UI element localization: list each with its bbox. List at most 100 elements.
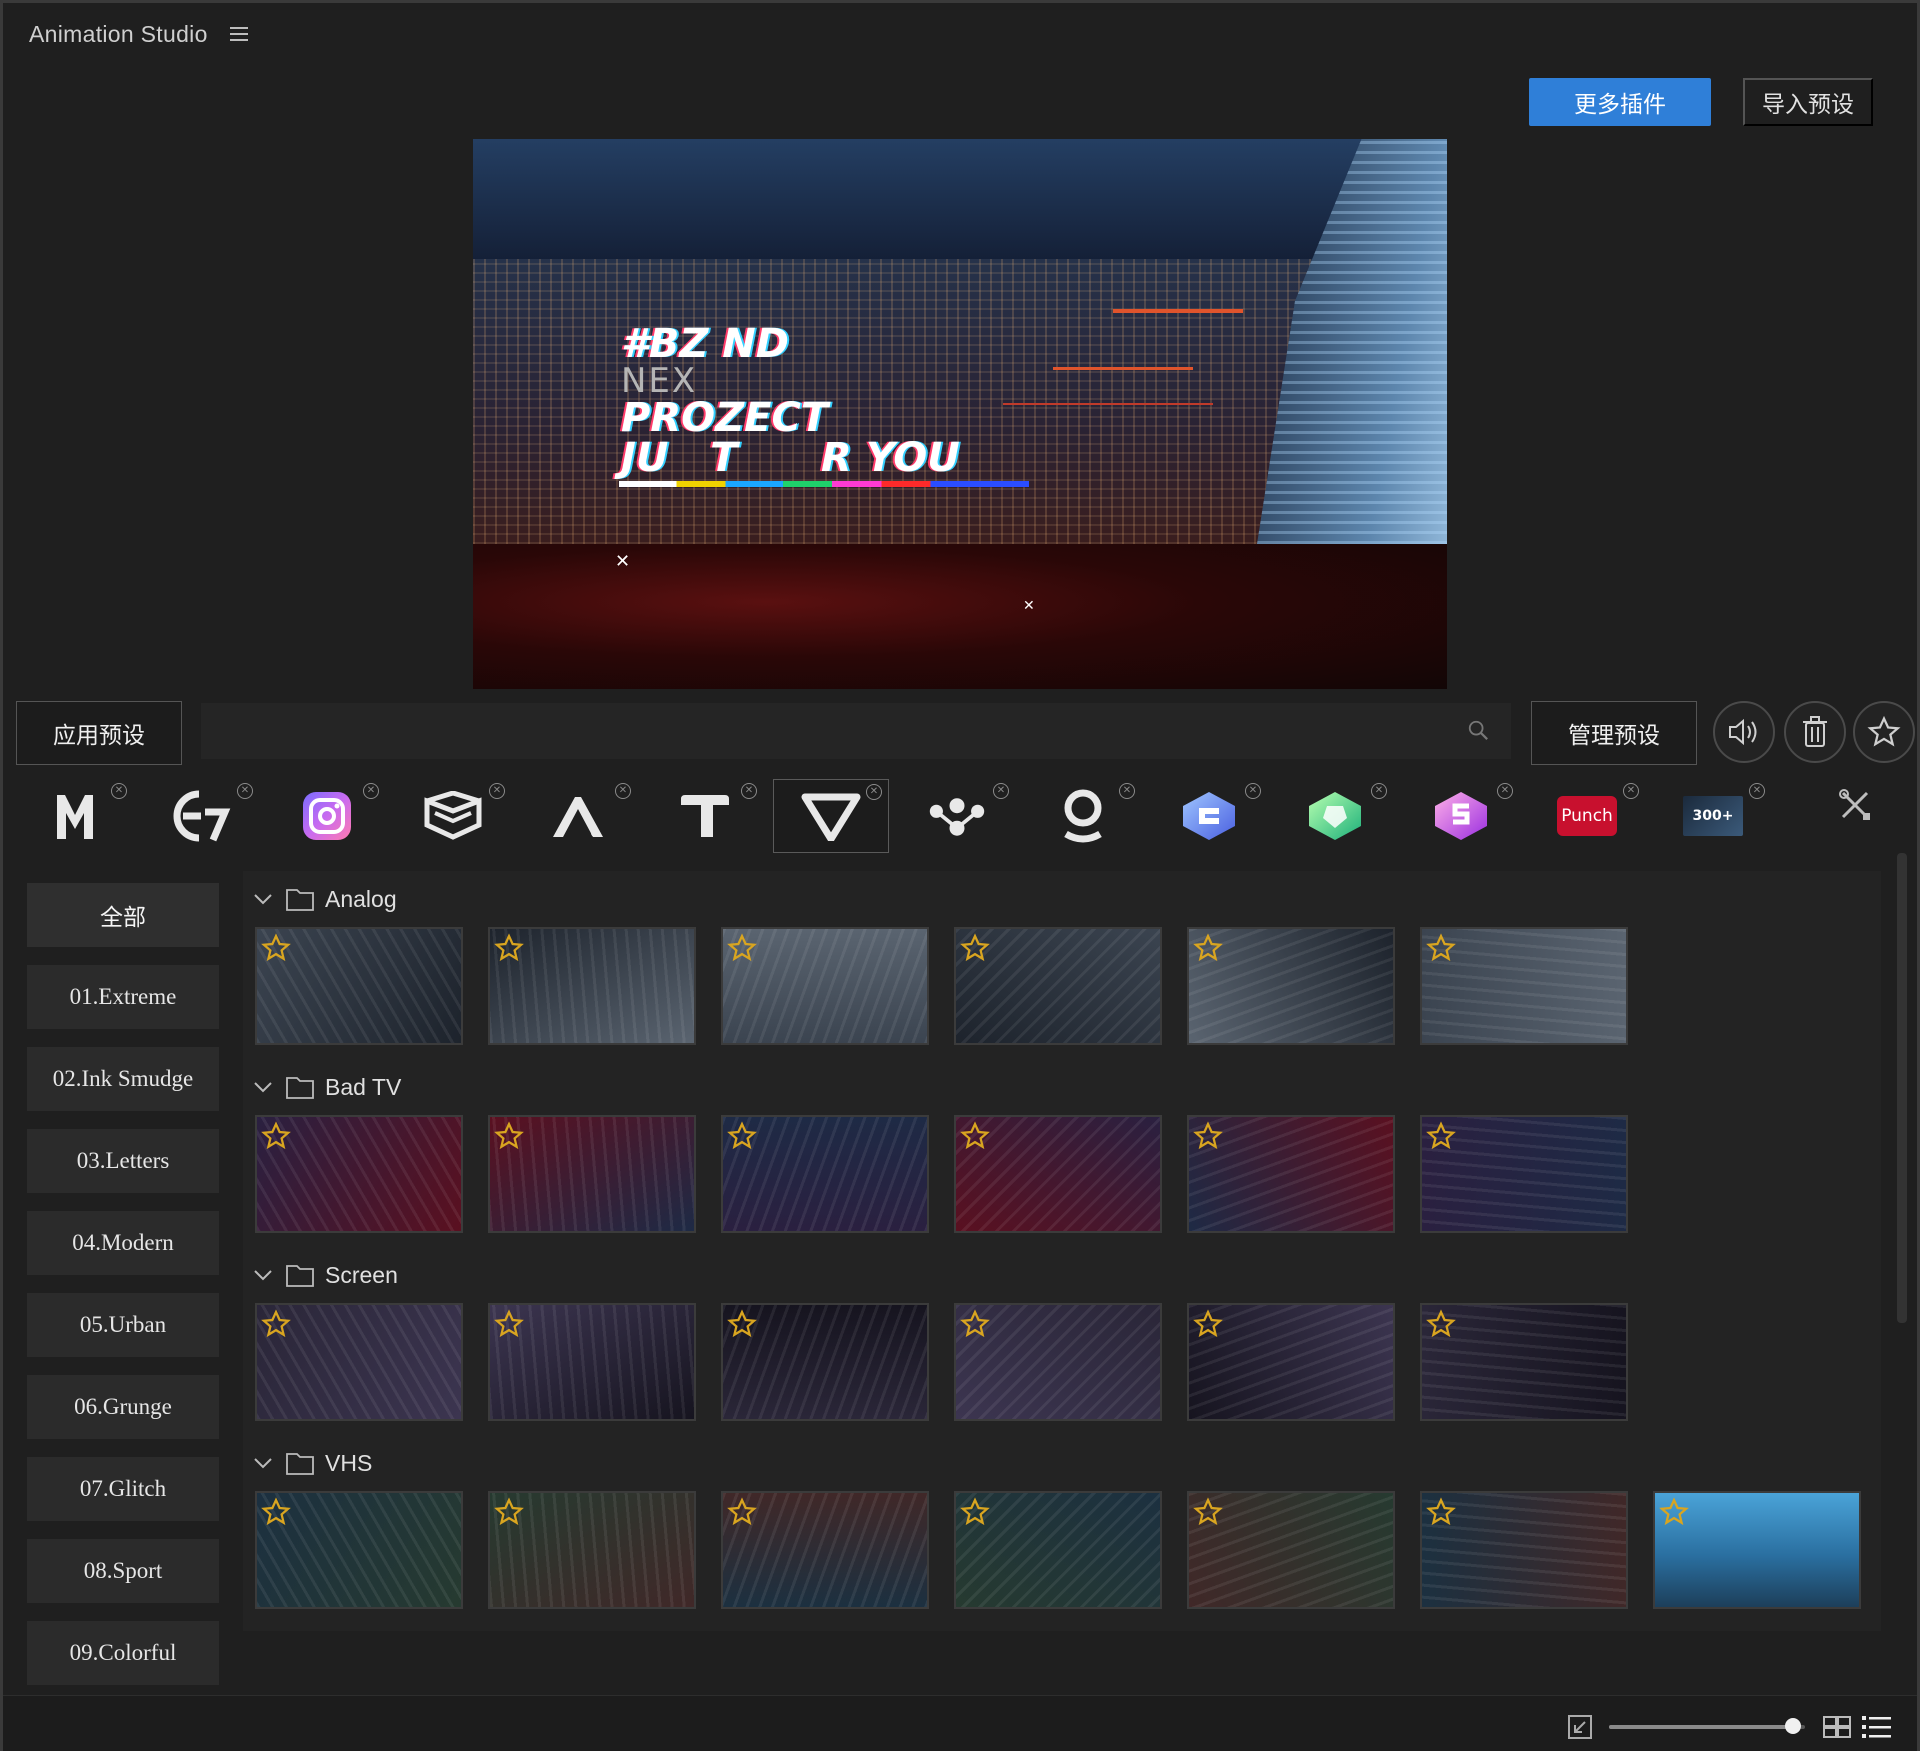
favorite-star-icon[interactable]: [1193, 1121, 1223, 1151]
preset-thumbnail[interactable]: [1187, 1303, 1395, 1421]
favorite-star-icon[interactable]: [261, 1121, 291, 1151]
remove-plugin-icon[interactable]: ✕: [741, 783, 757, 799]
category-item[interactable]: 01.Extreme: [27, 965, 219, 1029]
favorite-star-icon[interactable]: [727, 1497, 757, 1527]
group-header[interactable]: Analog: [251, 879, 397, 919]
favorite-star-icon[interactable]: [1426, 1121, 1456, 1151]
category-item[interactable]: 05.Urban: [27, 1293, 219, 1357]
favorite-star-icon[interactable]: [727, 1309, 757, 1339]
category-item[interactable]: 02.Ink Smudge: [27, 1047, 219, 1111]
remove-plugin-icon[interactable]: ✕: [111, 783, 127, 799]
zoom-slider[interactable]: [1609, 1725, 1805, 1729]
list-view-icon[interactable]: [1861, 1713, 1893, 1741]
favorite-star-icon[interactable]: [1426, 1309, 1456, 1339]
tools-icon[interactable]: [1838, 788, 1872, 822]
preset-thumbnail[interactable]: [488, 1115, 696, 1233]
group-header[interactable]: Bad TV: [251, 1067, 401, 1107]
plugin-layers[interactable]: ✕: [395, 779, 511, 853]
preset-thumbnail[interactable]: [1187, 1491, 1395, 1609]
import-preset-button[interactable]: 导入预设: [1743, 78, 1873, 126]
preset-thumbnail[interactable]: [721, 1115, 929, 1233]
favorite-star-icon[interactable]: [960, 1309, 990, 1339]
fit-icon[interactable]: [1567, 1714, 1593, 1740]
remove-plugin-icon[interactable]: ✕: [1119, 783, 1135, 799]
favorite-star-icon[interactable]: [727, 1121, 757, 1151]
preset-thumbnail[interactable]: [255, 927, 463, 1045]
favorite-star-icon[interactable]: [494, 1309, 524, 1339]
remove-plugin-icon[interactable]: ✕: [363, 783, 379, 799]
plugin-v[interactable]: ✕: [773, 779, 889, 853]
category-item[interactable]: 04.Modern: [27, 1211, 219, 1275]
remove-plugin-icon[interactable]: ✕: [1371, 783, 1387, 799]
favorite-star-icon[interactable]: [960, 1497, 990, 1527]
remove-plugin-icon[interactable]: ✕: [866, 784, 882, 800]
plugin-e[interactable]: ✕: [143, 779, 259, 853]
search-input[interactable]: [201, 703, 1511, 759]
preview-player[interactable]: #BZ ND NEX PROZECT JU T R YOU ✕ ✕: [473, 139, 1447, 689]
preset-thumbnail[interactable]: [255, 1303, 463, 1421]
remove-plugin-icon[interactable]: ✕: [489, 783, 505, 799]
remove-plugin-icon[interactable]: ✕: [1623, 783, 1639, 799]
delete-button[interactable]: [1784, 701, 1846, 763]
favorite-star-icon[interactable]: [1659, 1497, 1689, 1527]
preset-thumbnail[interactable]: [1187, 1115, 1395, 1233]
grid-view-icon[interactable]: [1823, 1715, 1851, 1739]
favorite-star-icon[interactable]: [1426, 933, 1456, 963]
preset-thumbnail[interactable]: [721, 1303, 929, 1421]
preset-thumbnail[interactable]: [954, 1115, 1162, 1233]
favorite-star-icon[interactable]: [494, 933, 524, 963]
preset-thumbnail[interactable]: [1420, 1491, 1628, 1609]
preset-thumbnail[interactable]: [1420, 927, 1628, 1045]
search-field[interactable]: [201, 703, 1511, 759]
favorite-star-icon[interactable]: [727, 933, 757, 963]
preset-thumbnail[interactable]: [954, 1303, 1162, 1421]
category-item[interactable]: 08.Sport: [27, 1539, 219, 1603]
chevron-down-icon[interactable]: [251, 1075, 275, 1099]
preset-thumbnail[interactable]: [954, 1491, 1162, 1609]
category-all[interactable]: 全部: [27, 883, 219, 947]
group-header[interactable]: VHS: [251, 1443, 372, 1483]
favorite-star-icon[interactable]: [1193, 1309, 1223, 1339]
favorite-star-icon[interactable]: [494, 1497, 524, 1527]
preset-thumbnail[interactable]: [721, 927, 929, 1045]
menu-icon[interactable]: [229, 27, 248, 41]
preset-thumbnail[interactable]: [488, 927, 696, 1045]
plugin-m[interactable]: ✕: [17, 779, 133, 853]
remove-plugin-icon[interactable]: ✕: [1749, 783, 1765, 799]
remove-plugin-icon[interactable]: ✕: [1497, 783, 1513, 799]
scrollbar[interactable]: [1897, 853, 1907, 1323]
apply-preset-button[interactable]: 应用预设: [16, 701, 182, 765]
category-item[interactable]: 06.Grunge: [27, 1375, 219, 1439]
sound-button[interactable]: [1713, 701, 1775, 763]
preset-thumbnail[interactable]: [721, 1491, 929, 1609]
favorite-star-icon[interactable]: [261, 933, 291, 963]
preset-thumbnail[interactable]: [954, 927, 1162, 1045]
favorite-star-icon[interactable]: [960, 933, 990, 963]
plugin-punch[interactable]: Punch ✕: [1529, 779, 1645, 853]
category-item[interactable]: 09.Colorful: [27, 1621, 219, 1685]
preset-thumbnail[interactable]: [1653, 1491, 1861, 1609]
category-item[interactable]: 03.Letters: [27, 1129, 219, 1193]
preset-thumbnail[interactable]: [488, 1303, 696, 1421]
plugin-gem-green[interactable]: ✕: [1277, 779, 1393, 853]
manage-preset-button[interactable]: 管理预设: [1531, 701, 1697, 765]
preset-thumbnail[interactable]: [1420, 1115, 1628, 1233]
search-icon[interactable]: [1467, 719, 1489, 741]
group-header[interactable]: Screen: [251, 1255, 398, 1295]
more-plugins-button[interactable]: 更多插件: [1529, 78, 1711, 126]
plugin-instagram[interactable]: ✕: [269, 779, 385, 853]
favorite-star-icon[interactable]: [1193, 933, 1223, 963]
remove-plugin-icon[interactable]: ✕: [237, 783, 253, 799]
chevron-down-icon[interactable]: [251, 887, 275, 911]
plugin-gem-blue[interactable]: ✕: [1151, 779, 1267, 853]
category-item[interactable]: 07.Glitch: [27, 1457, 219, 1521]
plugin-gem-pink[interactable]: ✕: [1403, 779, 1519, 853]
preset-thumbnail[interactable]: [488, 1491, 696, 1609]
plugin-t[interactable]: ✕: [647, 779, 763, 853]
plugin-a[interactable]: ✕: [521, 779, 637, 853]
favorite-star-icon[interactable]: [494, 1121, 524, 1151]
plugin-molecule[interactable]: ✕: [899, 779, 1015, 853]
favorite-star-icon[interactable]: [261, 1497, 291, 1527]
preset-thumbnail[interactable]: [255, 1491, 463, 1609]
favorite-star-icon[interactable]: [960, 1121, 990, 1151]
